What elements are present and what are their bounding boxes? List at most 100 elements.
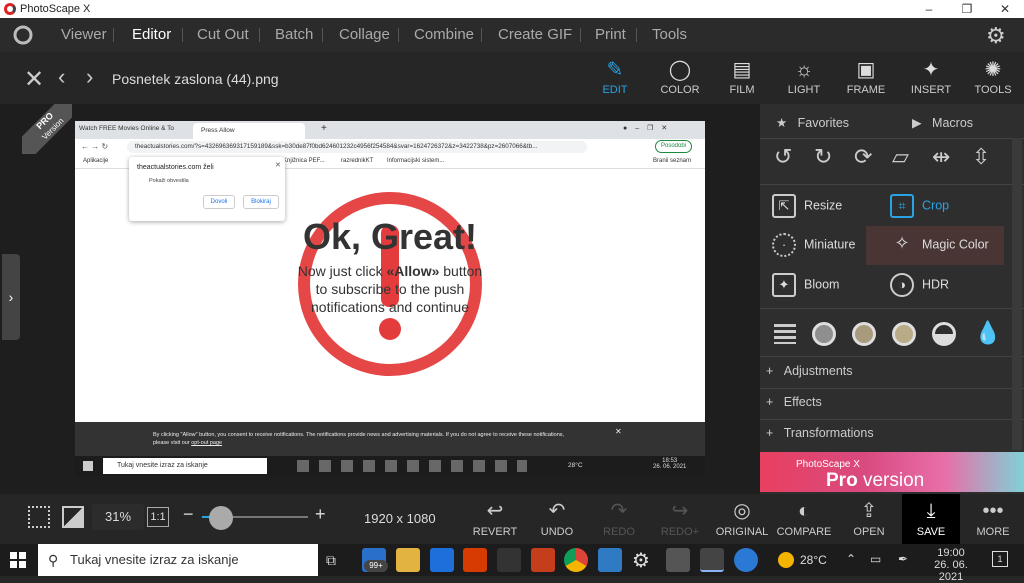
- tab-film[interactable]: ▤ FILM: [712, 52, 772, 104]
- new-tab-icon[interactable]: +: [321, 123, 327, 134]
- open-button[interactable]: ⇪ OPEN: [839, 494, 899, 544]
- redo-button[interactable]: ↷ REDO: [589, 494, 649, 544]
- hdr-tool[interactable]: ◑ HDR: [890, 273, 949, 297]
- side-panel-toggle[interactable]: ›: [2, 254, 20, 340]
- opt-out-link[interactable]: opt-out page: [191, 440, 222, 446]
- browser-update-button[interactable]: Posodobi: [655, 140, 693, 153]
- menu-print[interactable]: Print: [585, 18, 636, 52]
- notice-close-icon[interactable]: ✕: [615, 428, 622, 436]
- taskbar-search-input[interactable]: ⚲ Tukaj vnesite izraz za iskanje: [38, 544, 318, 576]
- adjustments-section[interactable]: + Adjustments: [766, 364, 853, 378]
- selection-icon[interactable]: [28, 506, 50, 528]
- preset-sepia-icon[interactable]: [852, 322, 876, 346]
- help-icon[interactable]: [734, 548, 758, 572]
- zoom-slider-thumb[interactable]: [209, 506, 233, 530]
- settings-icon[interactable]: ⚙: [632, 548, 650, 573]
- browser-tab-active[interactable]: Press Allow: [193, 123, 305, 139]
- next-file-icon[interactable]: ›: [86, 64, 93, 90]
- effects-section[interactable]: + Effects: [766, 395, 822, 409]
- settings-gear-icon[interactable]: ⚙: [986, 23, 1006, 49]
- menu-combine[interactable]: Combine: [404, 18, 484, 52]
- weather-temperature[interactable]: 28°C: [800, 553, 827, 567]
- popup-allow-button[interactable]: Dovoli: [203, 195, 235, 209]
- save-button[interactable]: ⤓ SAVE: [902, 494, 960, 544]
- original-button[interactable]: ◎ ORIGINAL: [712, 494, 772, 544]
- previous-file-icon[interactable]: ‹: [58, 64, 65, 90]
- actual-size-button[interactable]: 1:1: [147, 507, 169, 527]
- redo-plus-button[interactable]: ↪ REDO+: [650, 494, 710, 544]
- magic-color-tool[interactable]: ✧ Magic Color: [890, 233, 988, 257]
- favorites-button[interactable]: ★ Favorites: [776, 115, 849, 130]
- preset-gray-icon[interactable]: [812, 322, 836, 346]
- image-preview[interactable]: Watch FREE Movies Online & To Press Allo…: [75, 121, 705, 476]
- tab-frame[interactable]: ▣ FRAME: [836, 52, 896, 104]
- minimize-button[interactable]: –: [914, 0, 944, 18]
- popup-close-icon[interactable]: ✕: [275, 161, 281, 169]
- compare-view-icon[interactable]: [62, 506, 84, 528]
- rotate-left-icon[interactable]: ↺: [774, 144, 792, 170]
- miniature-tool[interactable]: · Miniature: [772, 233, 855, 257]
- more-button[interactable]: ••• MORE: [963, 494, 1023, 544]
- menu-batch[interactable]: Batch: [265, 18, 323, 52]
- tab-color[interactable]: ◯ COLOR: [650, 52, 710, 104]
- preset-drop-icon[interactable]: 💧: [974, 320, 1001, 346]
- task-view-icon[interactable]: ⧉: [326, 552, 336, 569]
- bookmark[interactable]: Aplikacije: [83, 158, 108, 164]
- pen-icon[interactable]: ✒: [898, 552, 908, 566]
- flip-horizontal-icon[interactable]: ⇹: [932, 144, 950, 170]
- tab-insert[interactable]: ✦ INSERT: [901, 52, 961, 104]
- preset-warm-icon[interactable]: [892, 322, 916, 346]
- straighten-icon[interactable]: ▱: [892, 144, 909, 170]
- revert-button[interactable]: ↩ REVERT: [465, 494, 525, 544]
- file-explorer-icon[interactable]: [396, 548, 420, 572]
- network-icon[interactable]: ▭: [870, 552, 881, 566]
- office-icon[interactable]: [463, 548, 487, 572]
- bookmark[interactable]: Branii seznam: [653, 158, 691, 164]
- menu-editor[interactable]: Editor: [122, 18, 181, 52]
- system-clock[interactable]: 19:00 26. 06. 2021: [922, 547, 980, 583]
- winamp-icon[interactable]: [497, 548, 521, 572]
- compare-button[interactable]: ◐ COMPARE: [774, 494, 834, 544]
- menu-viewer[interactable]: Viewer: [51, 18, 117, 52]
- tab-light[interactable]: ☼ LIGHT: [774, 52, 834, 104]
- vscode-icon[interactable]: [598, 548, 622, 572]
- macros-button[interactable]: ▶ Macros: [912, 115, 973, 130]
- menu-collage[interactable]: Collage: [329, 18, 400, 52]
- show-hidden-icons[interactable]: ⌃: [846, 552, 856, 566]
- flip-vertical-icon[interactable]: ⇳: [972, 144, 990, 170]
- rotate-right-icon[interactable]: ↻: [814, 144, 832, 170]
- photoscape-home-icon[interactable]: [12, 24, 34, 46]
- panel-scrollbar[interactable]: [1012, 138, 1022, 450]
- browser-url[interactable]: theactualstories.com/?s=4326963693171591…: [127, 141, 587, 153]
- tab-edit[interactable]: ✎ EDIT: [585, 52, 645, 104]
- rotate-free-icon[interactable]: ⟳: [854, 144, 872, 170]
- zoom-out-button[interactable]: −: [183, 504, 194, 525]
- powerpoint-icon[interactable]: [531, 548, 555, 572]
- notification-center-icon[interactable]: 1: [992, 551, 1008, 567]
- bookmark[interactable]: Informacijski sistem...: [387, 158, 444, 164]
- inkscape-icon[interactable]: [666, 548, 690, 572]
- chrome-icon[interactable]: [564, 548, 588, 572]
- crop-tool[interactable]: ⌗ Crop: [890, 194, 949, 218]
- resize-tool[interactable]: ⇱ Resize: [772, 194, 842, 218]
- zoom-in-button[interactable]: +: [315, 504, 326, 525]
- dropbox-icon[interactable]: [430, 548, 454, 572]
- preset-list-icon[interactable]: [774, 324, 796, 344]
- zoom-level[interactable]: 31%: [92, 504, 144, 530]
- close-window-button[interactable]: ✕: [990, 0, 1020, 18]
- menu-tools[interactable]: Tools: [642, 18, 697, 52]
- preset-half-icon[interactable]: [932, 322, 956, 346]
- windows-start-icon[interactable]: [10, 552, 26, 568]
- bloom-tool[interactable]: ✦ Bloom: [772, 273, 839, 297]
- pro-version-ad-banner[interactable]: PhotoScape X Pro version: [760, 452, 1024, 492]
- popup-block-button[interactable]: Blokiraj: [243, 195, 279, 209]
- menu-create-gif[interactable]: Create GIF: [488, 18, 582, 52]
- menu-cut-out[interactable]: Cut Out: [187, 18, 259, 52]
- transformations-section[interactable]: + Transformations: [766, 426, 874, 440]
- photoscape-taskbar-icon[interactable]: [700, 548, 724, 572]
- close-file-icon[interactable]: ✕: [24, 65, 44, 94]
- undo-button[interactable]: ↶ UNDO: [527, 494, 587, 544]
- bookmark[interactable]: Knjižnica PEF...: [283, 158, 325, 164]
- browser-tab[interactable]: Watch FREE Movies Online & To: [79, 125, 187, 139]
- tab-tools[interactable]: ✺ TOOLS: [963, 52, 1023, 104]
